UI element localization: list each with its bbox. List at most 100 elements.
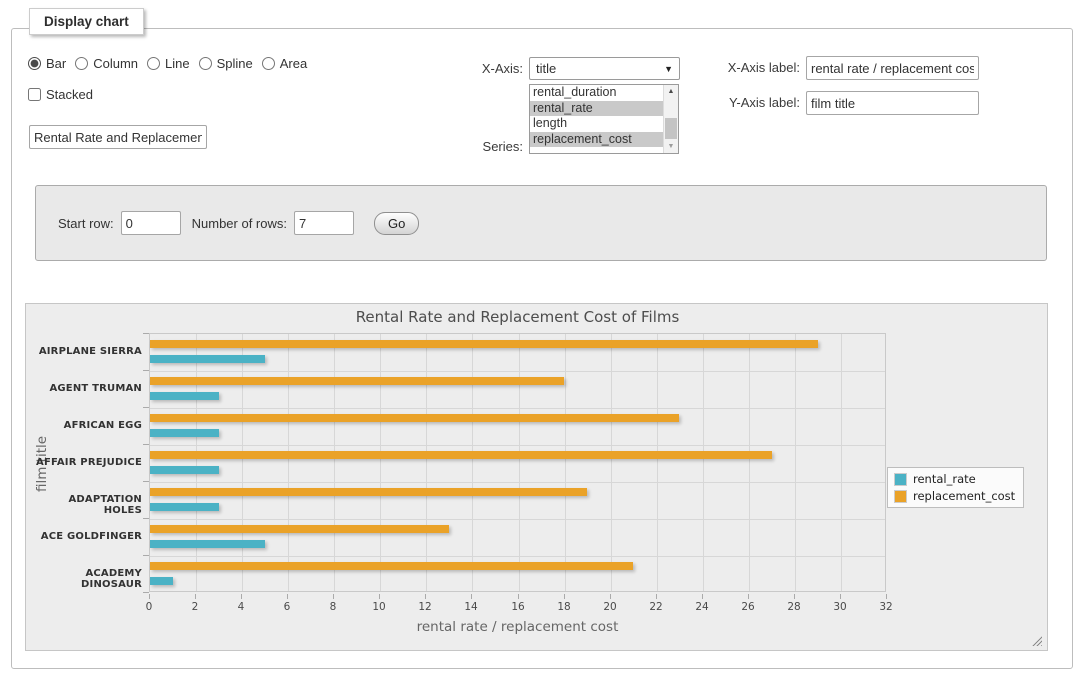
axis-tick-label: 16	[503, 601, 533, 613]
axis-tick-label: 6	[272, 601, 302, 613]
num-rows-label: Number of rows:	[192, 216, 287, 231]
rental_rate-swatch-icon	[894, 473, 907, 486]
gridline	[426, 334, 427, 591]
x-axis-label-input[interactable]	[806, 56, 979, 80]
series-option[interactable]: replacement_cost	[530, 132, 663, 148]
axis-tick	[241, 594, 242, 599]
legend-item: rental_rate	[894, 472, 1015, 486]
gridline	[334, 334, 335, 591]
scrollbar-track[interactable]	[664, 98, 678, 140]
gridline	[150, 519, 885, 520]
category-label: AFRICAN EGG	[28, 420, 142, 431]
x-axis-selected-value: title	[536, 61, 556, 76]
y-axis-label-input[interactable]	[806, 91, 979, 115]
axis-tick	[143, 333, 149, 334]
bar-replacement-cost	[150, 414, 679, 422]
stacked-label: Stacked	[46, 87, 93, 102]
radio-bar[interactable]	[28, 57, 41, 70]
chart-type-option[interactable]: Line	[147, 56, 190, 71]
chart-legend: rental_rate replacement_cost	[887, 467, 1024, 508]
chart-type-option[interactable]: Column	[75, 56, 138, 71]
chart-type-option[interactable]: Bar	[28, 56, 66, 71]
gridline	[150, 371, 885, 372]
axis-tick-label: 24	[687, 601, 717, 613]
bar-rental-rate	[150, 540, 265, 548]
radio-area[interactable]	[262, 57, 275, 70]
legend-label: replacement_cost	[913, 489, 1015, 503]
axis-tick	[840, 594, 841, 599]
stacked-checkbox-row: Stacked	[28, 87, 93, 102]
radio-line[interactable]	[147, 57, 160, 70]
x-axis-select[interactable]: title ▼	[529, 57, 680, 80]
gridline	[657, 334, 658, 591]
gridline	[749, 334, 750, 591]
axis-tick-label: 4	[226, 601, 256, 613]
replacement_cost-swatch-icon	[894, 490, 907, 503]
num-rows-input[interactable]	[294, 211, 354, 235]
radio-column[interactable]	[75, 57, 88, 70]
gridline	[703, 334, 704, 591]
axis-tick	[149, 594, 150, 599]
category-label: ACADEMY DINOSAUR	[28, 568, 142, 590]
axis-tick	[143, 481, 149, 482]
category-label: ACE GOLDFINGER	[28, 531, 142, 542]
start-row-label: Start row:	[58, 216, 114, 231]
axis-tick	[143, 518, 149, 519]
chart-type-option[interactable]: Spline	[199, 56, 253, 71]
bar-replacement-cost	[150, 451, 772, 459]
axis-tick	[702, 594, 703, 599]
x-axis-title: rental rate / replacement cost	[149, 619, 886, 635]
bar-replacement-cost	[150, 562, 633, 570]
axis-tick	[564, 594, 565, 599]
radio-spline[interactable]	[199, 57, 212, 70]
scrollbar-thumb[interactable]	[665, 118, 677, 139]
axis-tick-label: 10	[364, 601, 394, 613]
bar-rental-rate	[150, 466, 219, 474]
gridline	[196, 334, 197, 591]
axis-tick	[143, 407, 149, 408]
fieldset-legend: Display chart	[29, 8, 144, 35]
axis-tick-label: 32	[871, 601, 901, 613]
scroll-up-icon[interactable]: ▲	[664, 85, 678, 98]
axis-tick	[748, 594, 749, 599]
legend-label: rental_rate	[913, 472, 976, 486]
series-option[interactable]: length	[530, 116, 663, 132]
axis-tick	[143, 444, 149, 445]
gridline	[519, 334, 520, 591]
axis-tick	[143, 555, 149, 556]
category-label: AIRPLANE SIERRA	[28, 346, 142, 357]
series-caption: Series:	[460, 139, 523, 154]
axis-tick	[471, 594, 472, 599]
axis-tick	[886, 594, 887, 599]
axis-tick	[379, 594, 380, 599]
axis-tick-label: 2	[180, 601, 210, 613]
axis-tick-label: 28	[779, 601, 809, 613]
scroll-down-icon[interactable]: ▼	[664, 140, 678, 153]
category-label: AGENT TRUMAN	[28, 383, 142, 394]
series-option[interactable]: rental_duration	[530, 85, 663, 101]
gridline	[150, 445, 885, 446]
gridline	[472, 334, 473, 591]
category-label: AFFAIR PREJUDICE	[28, 457, 142, 468]
bar-replacement-cost	[150, 525, 449, 533]
chart-type-option[interactable]: Area	[262, 56, 307, 71]
chevron-down-icon: ▼	[664, 64, 673, 74]
chart-title-input[interactable]	[29, 125, 207, 149]
gridline	[795, 334, 796, 591]
x-axis-label-caption: X-Axis label:	[716, 60, 800, 75]
gridline	[150, 556, 885, 557]
series-listbox[interactable]: rental_durationrental_ratelengthreplacem…	[529, 84, 679, 154]
series-scrollbar[interactable]: ▲ ▼	[663, 85, 678, 153]
axis-tick	[143, 370, 149, 371]
radio-label: Spline	[217, 56, 253, 71]
stacked-checkbox[interactable]	[28, 88, 41, 101]
go-button[interactable]: Go	[374, 212, 419, 235]
axis-tick-label: 18	[549, 601, 579, 613]
series-option[interactable]: rental_rate	[530, 101, 663, 117]
axis-tick-label: 0	[134, 601, 164, 613]
axis-tick	[333, 594, 334, 599]
bar-rental-rate	[150, 577, 173, 585]
start-row-input[interactable]	[121, 211, 181, 235]
axis-tick	[425, 594, 426, 599]
resize-handle-icon[interactable]	[1030, 634, 1042, 646]
